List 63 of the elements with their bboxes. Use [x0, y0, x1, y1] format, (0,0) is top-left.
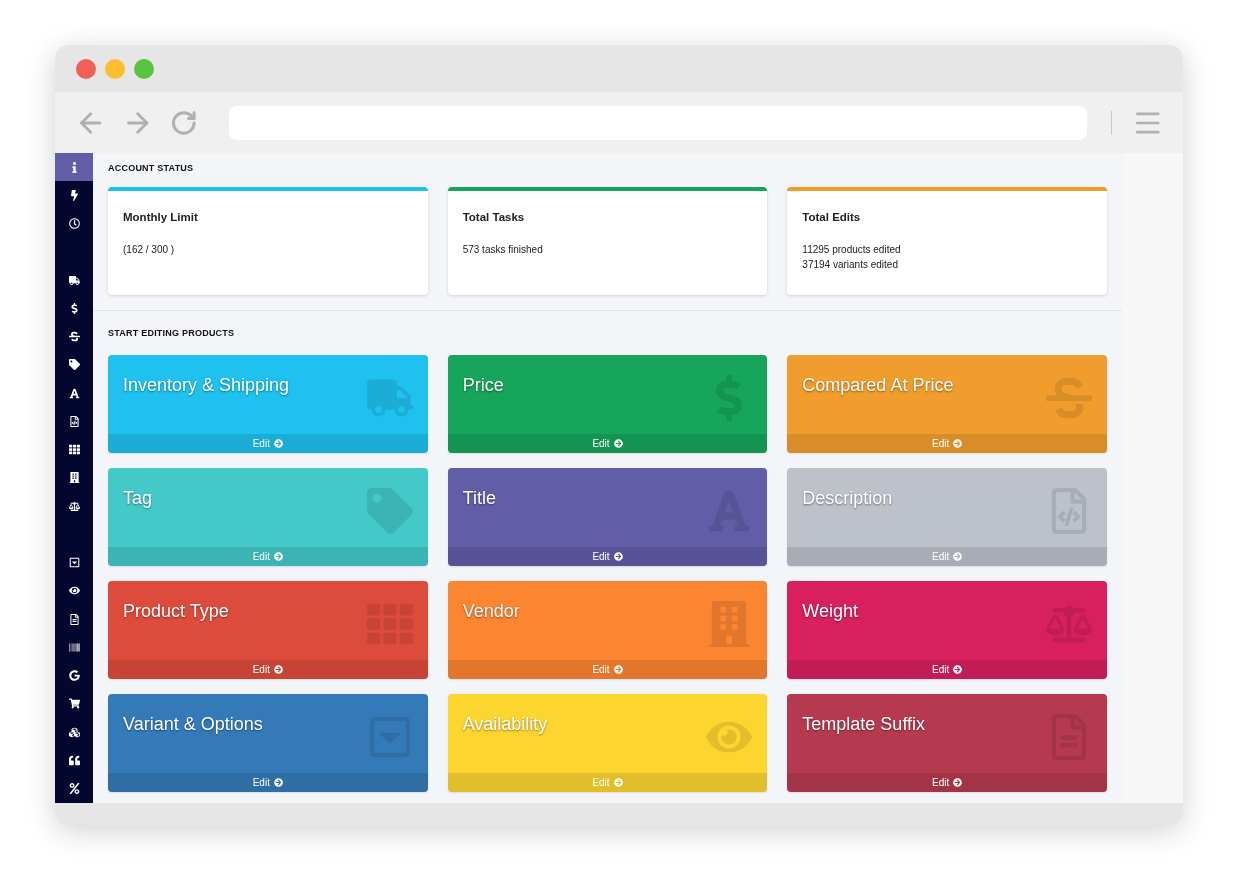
card-text: 573 tasks finished	[462, 243, 544, 258]
edit-link[interactable]: Edit	[108, 547, 428, 566]
product-field-tile[interactable]: Variant & Options Edit	[108, 694, 428, 792]
edit-link[interactable]: Edit	[108, 434, 428, 453]
tile-title: Compared At Price	[802, 374, 954, 397]
card-text: (162 / 300 )	[123, 243, 176, 258]
product-field-tile[interactable]: Inventory & Shipping Edit	[108, 355, 428, 453]
tile-title: Weight	[802, 600, 859, 623]
section-heading: ACCOUNT STATUS	[108, 162, 195, 175]
card-text: 11295 products edited	[802, 243, 902, 258]
eye-icon	[68, 585, 80, 597]
tile-title: Availability	[462, 713, 548, 736]
edit-link[interactable]: Edit	[787, 547, 1107, 566]
edit-link[interactable]: Edit	[108, 660, 428, 679]
tile-title: Template Suffix	[802, 713, 926, 736]
truck-icon	[68, 274, 80, 286]
grid-icon	[68, 444, 80, 456]
product-field-tile[interactable]: Title Edit	[447, 468, 768, 566]
edit-link[interactable]: Edit	[447, 547, 768, 566]
product-field-tile[interactable]: Tag Edit	[108, 468, 428, 566]
product-field-tile[interactable]: Description Edit	[787, 468, 1107, 566]
dropdown-box-icon	[68, 557, 80, 569]
clock-icon	[68, 218, 80, 230]
tile-title: Variant & Options	[123, 713, 263, 736]
edit-link[interactable]: Edit	[108, 773, 428, 792]
tile-title: Tag	[123, 487, 153, 510]
quote-icon	[68, 754, 80, 766]
sidebar-item[interactable]	[55, 153, 93, 182]
tile-title: Product Type	[123, 600, 229, 623]
strikethrough-icon	[68, 331, 80, 343]
cart-icon	[68, 698, 80, 710]
product-field-tile[interactable]: Compared At Price Edit	[787, 355, 1107, 453]
tile-title: Vendor	[462, 600, 520, 623]
product-field-tile[interactable]: Price Edit	[447, 355, 768, 453]
edit-link[interactable]: Edit	[787, 660, 1107, 679]
edit-link[interactable]: Edit	[787, 773, 1107, 792]
tag-icon	[68, 359, 80, 371]
building-icon	[68, 472, 80, 484]
balance-scale-icon	[68, 500, 80, 512]
card-text: 37194 variants edited	[802, 258, 899, 273]
edit-link[interactable]: Edit	[447, 434, 768, 453]
letter-a-icon	[68, 387, 80, 399]
card-title: Total Edits	[802, 210, 862, 225]
strikethrough-icon	[1046, 375, 1092, 421]
tile-title: Inventory & Shipping	[123, 374, 290, 397]
product-field-tile[interactable]: Weight Edit	[787, 581, 1107, 679]
section-heading: START EDITING PRODUCTS	[108, 327, 236, 340]
tile-title: Title	[462, 487, 496, 510]
code-file-icon	[68, 415, 80, 427]
card-title: Total Tasks	[462, 210, 526, 225]
lightning-bolt-icon	[68, 189, 80, 201]
tile-title: Price	[462, 374, 504, 397]
percent-icon	[68, 783, 80, 795]
edit-link[interactable]: Edit	[787, 434, 1107, 453]
tile-title: Description	[802, 487, 893, 510]
cubes-icon	[68, 726, 80, 738]
product-field-tile[interactable]: Template Suffix Edit	[787, 694, 1107, 792]
document-icon	[68, 613, 80, 625]
card-title: Monthly Limit	[123, 210, 199, 225]
letter-g-icon	[68, 670, 80, 682]
product-field-tile[interactable]: Product Type Edit	[108, 581, 428, 679]
edit-link[interactable]: Edit	[447, 660, 768, 679]
product-field-tile[interactable]: Vendor Edit	[447, 581, 768, 679]
